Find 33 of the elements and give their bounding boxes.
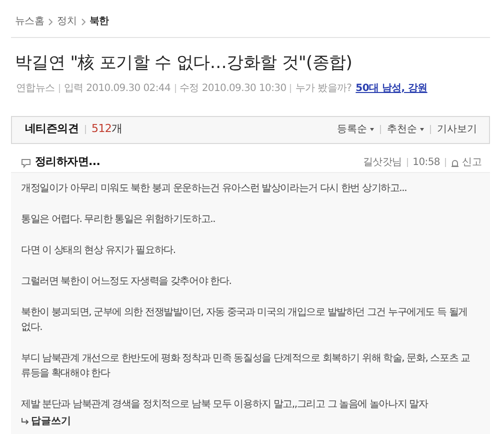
caret-icon — [370, 128, 374, 131]
comment-title: 정리하자면... — [35, 154, 100, 170]
article-title: 박길연 "核 포기할 수 없다…강화할 것"(종합) — [15, 52, 354, 75]
comment-paragraph: 개정일이가 아무리 미워도 북한 붕괴 운운하는건 유아스런 발상이라는거 다시 한번 상기하고... — [21, 182, 408, 196]
sort-button[interactable]: 등록순 — [337, 122, 374, 137]
comment-paragraph: 북한이 붕괴되면, 군부에 의한 전쟁발발이던, 자동 중국과 미국의 개입으로 발발하던 그건 누구에게도 득 될게 없다. — [21, 306, 468, 334]
comment-time: 10:58 — [412, 156, 440, 170]
edit-time: 수정 2010.09.30 10:30 — [180, 82, 286, 96]
comment-paragraph: 다면 이 상태의 현상 유지가 필요하다. — [21, 244, 176, 258]
breadcrumb-link[interactable]: 정치 — [57, 14, 77, 29]
view-article-button[interactable]: 기사보기 — [437, 122, 477, 137]
chevron-icon — [48, 18, 54, 26]
bell-icon — [451, 158, 459, 166]
breadcrumb-link[interactable]: 북한 — [90, 14, 109, 29]
source-name: 연합뉴스 — [16, 82, 55, 96]
breadcrumb-link[interactable]: 뉴스홈 — [15, 14, 44, 29]
report-button[interactable]: 신고 — [451, 155, 482, 170]
sort-button[interactable]: 추천순 — [387, 122, 424, 137]
comment-paragraph: 그럴러면 북한이 어느정도 자생력을 갖추어야 한다. — [21, 274, 232, 288]
viewer-stats-link[interactable]: 50대 남성, 강원 — [356, 80, 428, 96]
input-time: 입력 2010.09.30 02:44 — [64, 82, 171, 96]
comment-author: 길삿갓님 — [362, 156, 402, 170]
comment-paragraph: 부디 남북관계 개선으로 한반도에 평화 정착과 민족 동질성을 단계적으로 회복하기 위해 학술, 문화, 스포츠 교류등을 확대해야 한다 — [21, 352, 471, 380]
reply-button[interactable]: 답글쓰기 — [21, 414, 71, 428]
comment-paragraph: 제발 분단과 남북관계 경색을 정치적으로 남북 모두 이용하지 말고,,그리고 그 놀음에 놀아나지 말자 — [21, 398, 430, 412]
speech-bubble-icon — [21, 158, 31, 168]
comment-count: 512개 — [92, 121, 122, 138]
opinions-title: 네티즌의견 — [25, 121, 79, 138]
reply-arrow-icon — [21, 418, 29, 424]
chevron-icon — [80, 18, 86, 26]
comment-paragraph: 통일은 어렵다. 무리한 통일은 위험하기도하고.. — [21, 212, 216, 226]
caret-icon — [420, 128, 424, 131]
who-viewed-label: 누가 봤을까? — [295, 82, 352, 96]
